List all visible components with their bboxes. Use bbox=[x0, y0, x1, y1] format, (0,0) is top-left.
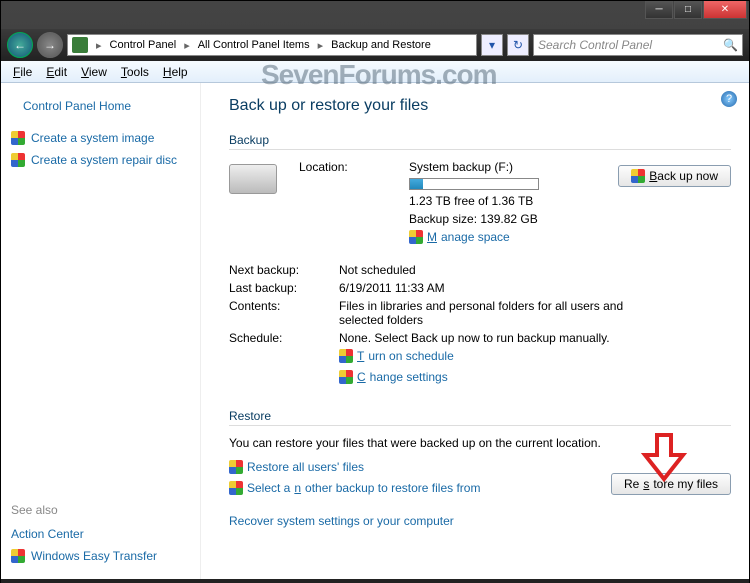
shield-icon bbox=[631, 169, 645, 183]
back-button[interactable]: ← bbox=[7, 32, 33, 58]
turn-on-schedule-link[interactable]: Turn on schedule bbox=[339, 349, 454, 363]
manage-space-link[interactable]: Manage space bbox=[409, 230, 510, 244]
menubar: File Edit View Tools Help SevenForums.co… bbox=[1, 61, 749, 83]
sidebar: Control Panel Home Create a system image… bbox=[1, 83, 201, 579]
page-title: Back up or restore your files bbox=[229, 97, 731, 115]
restore-all-users-link[interactable]: Restore all users' files bbox=[229, 460, 364, 474]
menu-help[interactable]: Help bbox=[157, 63, 194, 81]
select-another-backup-link[interactable]: Select another backup to restore files f… bbox=[229, 481, 480, 495]
forward-button[interactable]: → bbox=[37, 32, 63, 58]
navbar: ← → ▸ Control Panel ▸ All Control Panel … bbox=[1, 29, 749, 61]
contents-label: Contents: bbox=[229, 299, 339, 327]
content-body: Control Panel Home Create a system image… bbox=[1, 83, 749, 579]
schedule-label: Schedule: bbox=[229, 331, 339, 345]
minimize-button[interactable]: ─ bbox=[645, 1, 673, 19]
shield-icon bbox=[11, 131, 25, 145]
schedule-value: None. Select Back up now to run backup m… bbox=[339, 331, 731, 345]
address-dropdown-button[interactable]: ▾ bbox=[481, 34, 503, 56]
windows-easy-transfer-link[interactable]: Windows Easy Transfer bbox=[11, 545, 190, 567]
main-panel: ? Back up or restore your files Backup B… bbox=[201, 83, 749, 579]
search-box[interactable]: Search Control Panel 🔍 bbox=[533, 34, 743, 56]
see-also-header: See also bbox=[11, 499, 190, 523]
shield-icon bbox=[229, 481, 243, 495]
search-icon[interactable]: 🔍 bbox=[723, 38, 738, 52]
last-backup-label: Last backup: bbox=[229, 281, 339, 295]
next-backup-value: Not scheduled bbox=[339, 263, 731, 277]
menu-file[interactable]: File bbox=[7, 63, 38, 81]
see-also-section: See also Action Center Windows Easy Tran… bbox=[11, 489, 190, 567]
hard-drive-icon bbox=[229, 164, 277, 194]
breadcrumb-sep-icon: ▸ bbox=[92, 39, 106, 52]
location-label: Location: bbox=[299, 160, 409, 174]
shield-icon bbox=[11, 549, 25, 563]
titlebar: ─ □ ✕ bbox=[1, 1, 749, 29]
last-backup-value: 6/19/2011 11:33 AM bbox=[339, 281, 731, 295]
maximize-button[interactable]: □ bbox=[674, 1, 702, 19]
create-repair-disc-link[interactable]: Create a system repair disc bbox=[11, 149, 190, 171]
backup-size-text: Backup size: 139.82 GB bbox=[409, 212, 731, 226]
menu-view[interactable]: View bbox=[75, 63, 113, 81]
contents-value: Files in libraries and personal folders … bbox=[339, 299, 639, 327]
shield-icon bbox=[11, 153, 25, 167]
next-backup-label: Next backup: bbox=[229, 263, 339, 277]
refresh-button[interactable]: ↻ bbox=[507, 34, 529, 56]
shield-icon bbox=[339, 370, 353, 384]
address-bar[interactable]: ▸ Control Panel ▸ All Control Panel Item… bbox=[67, 34, 477, 56]
control-panel-icon bbox=[72, 37, 88, 53]
control-panel-window: ─ □ ✕ ← → ▸ Control Panel ▸ All Control … bbox=[0, 0, 750, 582]
free-space-text: 1.23 TB free of 1.36 TB bbox=[409, 194, 731, 208]
shield-icon bbox=[409, 230, 423, 244]
create-system-image-link[interactable]: Create a system image bbox=[11, 127, 190, 149]
location-value: System backup (F:) bbox=[409, 160, 513, 174]
shield-icon bbox=[339, 349, 353, 363]
breadcrumb-control-panel[interactable]: Control Panel bbox=[106, 39, 181, 51]
breadcrumb-all-items[interactable]: All Control Panel Items bbox=[194, 39, 314, 51]
close-button[interactable]: ✕ bbox=[703, 1, 747, 19]
shield-icon bbox=[229, 460, 243, 474]
disk-usage-meter bbox=[409, 178, 539, 190]
action-center-link[interactable]: Action Center bbox=[11, 523, 190, 545]
menu-tools[interactable]: Tools bbox=[115, 63, 155, 81]
restore-section-header: Restore bbox=[229, 409, 731, 426]
control-panel-home-link[interactable]: Control Panel Home bbox=[11, 95, 190, 117]
restore-description: You can restore your files that were bac… bbox=[229, 436, 731, 450]
help-icon[interactable]: ? bbox=[721, 91, 737, 107]
back-up-now-button[interactable]: Back up now bbox=[618, 165, 731, 187]
breadcrumb-backup-restore[interactable]: Backup and Restore bbox=[327, 39, 435, 51]
breadcrumb-sep-icon: ▸ bbox=[314, 39, 328, 52]
restore-my-files-button[interactable]: Restore my files bbox=[611, 473, 731, 495]
menu-edit[interactable]: Edit bbox=[40, 63, 73, 81]
recover-system-link[interactable]: Recover system settings or your computer bbox=[229, 514, 454, 528]
backup-section-header: Backup bbox=[229, 133, 731, 150]
change-settings-link[interactable]: Change settings bbox=[339, 370, 448, 384]
search-placeholder: Search Control Panel bbox=[538, 38, 652, 52]
breadcrumb-sep-icon: ▸ bbox=[180, 39, 194, 52]
